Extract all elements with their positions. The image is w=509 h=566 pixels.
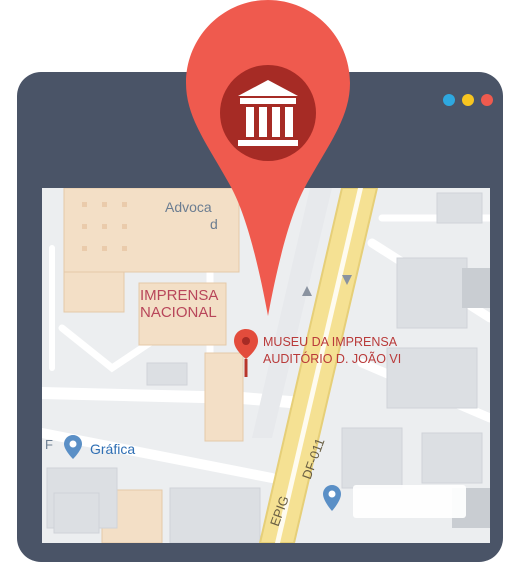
window-dot-blue[interactable] [443, 94, 455, 106]
window-dot-yellow[interactable] [462, 94, 474, 106]
map-label-f-fragment: F [45, 437, 53, 452]
poi-pin-icon[interactable] [323, 485, 341, 511]
museu-line2: AUDITÓRIO D. JOÃO VI [263, 351, 402, 366]
window-dot-red[interactable] [481, 94, 493, 106]
museu-line1: MUSEU DA IMPRENSA [263, 335, 398, 349]
map-label-museu[interactable]: MUSEU DA IMPRENSA AUDITÓRIO D. JOÃO VI [263, 334, 401, 368]
window-controls [443, 94, 493, 106]
redacted-label [353, 485, 466, 518]
map-label-grafica[interactable]: Gráfica [90, 441, 135, 457]
grafica-pin-icon[interactable] [64, 435, 82, 459]
map-pin-icon[interactable] [234, 329, 258, 377]
museum-location-pin[interactable] [186, 0, 350, 316]
